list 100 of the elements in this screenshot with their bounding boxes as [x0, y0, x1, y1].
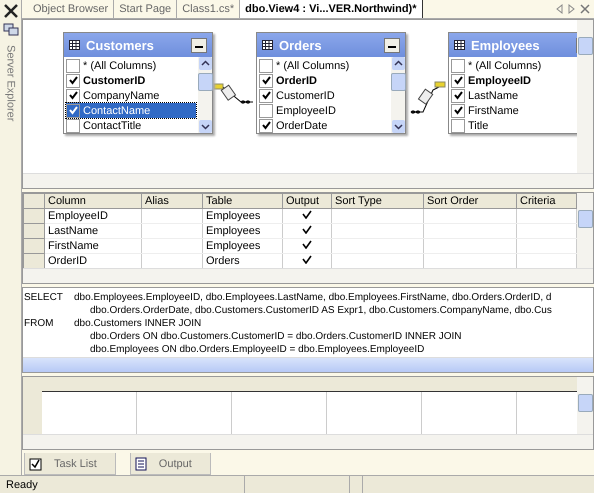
- column-checkbox[interactable]: [66, 118, 80, 132]
- minimize-button[interactable]: [384, 38, 400, 52]
- table-cell[interactable]: Employees: [202, 208, 282, 224]
- column-checkbox[interactable]: [451, 74, 465, 88]
- output-checkmark-icon[interactable]: [302, 240, 312, 249]
- column-row[interactable]: EmployeeID: [451, 73, 577, 88]
- column-checkbox[interactable]: [259, 104, 273, 118]
- checklist-icon: [29, 456, 42, 470]
- vertical-scrollbar[interactable]: [577, 377, 593, 434]
- column-row[interactable]: * (All Columns): [259, 58, 389, 73]
- minimize-icon: [195, 46, 203, 48]
- vertical-scrollbar[interactable]: [577, 20, 593, 173]
- table-title: Orders: [279, 38, 323, 52]
- horizontal-scrollbar[interactable]: [23, 434, 593, 449]
- scroll-down-icon[interactable]: [392, 120, 404, 133]
- sql-keyword: FROM: [24, 317, 54, 330]
- column-checkbox[interactable]: [66, 74, 80, 88]
- column-row[interactable]: * (All Columns): [66, 58, 196, 73]
- column-checkbox[interactable]: [259, 58, 273, 72]
- column-header[interactable]: Column: [44, 194, 142, 208]
- column-checkbox[interactable]: [66, 88, 80, 102]
- sql-text: dbo.Orders ON dbo.Customers.CustomerID = dbo.Orders.CustomerID INNER JOIN: [89, 330, 462, 343]
- document-icon: [134, 456, 147, 470]
- scroll-up-icon[interactable]: [392, 57, 404, 70]
- tool-window-tab[interactable]: Output: [130, 453, 211, 475]
- column-row[interactable]: OrderID: [259, 73, 389, 88]
- column-row[interactable]: * (All Columns): [451, 58, 577, 73]
- column-row[interactable]: CustomerID: [259, 88, 389, 103]
- table-cell[interactable]: Employees: [202, 224, 282, 238]
- scroll-down-icon[interactable]: [198, 120, 212, 133]
- scroll-up-icon[interactable]: [198, 57, 212, 70]
- relationship-line: [410, 82, 446, 114]
- table-icon: [454, 40, 465, 50]
- column-header[interactable]: Sort Type: [332, 194, 424, 208]
- table-title: Customers: [86, 38, 155, 52]
- vertical-scrollbar[interactable]: [577, 193, 593, 268]
- column-row[interactable]: Title: [451, 118, 577, 133]
- vertical-scrollbar[interactable]: [198, 57, 212, 133]
- horizontal-scrollbar[interactable]: [23, 173, 593, 188]
- minimize-button[interactable]: [191, 38, 207, 52]
- column-checkbox[interactable]: [66, 104, 80, 118]
- table-window[interactable]: Customers * (All Columns) CustomerID CompanyName ContactName ContactTitle: [63, 32, 213, 134]
- status-text: Ready: [0, 476, 245, 493]
- document-tab[interactable]: Start Page: [114, 0, 178, 18]
- output-checkmark-icon[interactable]: [302, 225, 312, 234]
- column-checkbox[interactable]: [451, 104, 465, 118]
- column-checkbox[interactable]: [451, 118, 465, 132]
- column-row[interactable]: ContactTitle: [66, 118, 196, 133]
- column-row[interactable]: CustomerID: [66, 73, 196, 88]
- column-header[interactable]: Table: [202, 194, 282, 208]
- row-header[interactable]: [24, 224, 44, 238]
- column-checkbox[interactable]: [259, 74, 273, 88]
- column-checkbox[interactable]: [66, 58, 80, 72]
- column-header[interactable]: Criteria: [516, 194, 576, 208]
- table-icon: [69, 40, 80, 50]
- output-checkmark-icon[interactable]: [302, 210, 312, 219]
- column-row[interactable]: FirstName: [451, 103, 577, 118]
- column-checkbox[interactable]: [259, 88, 273, 102]
- row-header[interactable]: [24, 254, 44, 268]
- column-checkbox[interactable]: [259, 118, 273, 132]
- column-header[interactable]: Alias: [142, 194, 202, 208]
- minimize-icon: [388, 46, 396, 48]
- row-header[interactable]: [24, 208, 44, 224]
- table-icon: [262, 40, 273, 50]
- vertical-scrollbar[interactable]: [391, 57, 405, 133]
- sql-text: dbo.Customers INNER JOIN: [74, 317, 202, 330]
- scroll-right-icon[interactable]: [568, 4, 575, 14]
- column-row[interactable]: ContactName: [66, 103, 196, 118]
- scroll-left-icon[interactable]: [556, 4, 563, 14]
- column-checkbox[interactable]: [451, 88, 465, 102]
- column-header[interactable]: Sort Order: [424, 194, 516, 208]
- scroll-thumb[interactable]: [198, 73, 212, 91]
- tool-window-tab[interactable]: Task List: [24, 453, 116, 475]
- table-cell[interactable]: Employees: [202, 238, 282, 254]
- sql-text: dbo.Employees.EmployeeID, dbo.Employees.LastName, dbo.Employees.FirstName, dbo.Orders.OrderID, d: [74, 291, 552, 304]
- table-cell[interactable]: LastName: [44, 224, 142, 238]
- column-header[interactable]: Output: [282, 194, 332, 208]
- document-tab[interactable]: dbo.View4 : Vi...VER.Northwind)*: [240, 0, 422, 18]
- server-explorer-tab[interactable]: Server Explorer: [4, 45, 16, 122]
- table-window[interactable]: Orders * (All Columns) OrderID CustomerID EmployeeID OrderDate: [256, 32, 406, 134]
- sql-text: dbo.Orders.OrderDate, dbo.Customers.CustomerID AS Expr1, dbo.Customers.CompanyName, dbo.Cus: [89, 304, 552, 317]
- output-checkmark-icon[interactable]: [302, 255, 312, 264]
- horizontal-scrollbar[interactable]: [23, 357, 593, 372]
- column-row[interactable]: EmployeeID: [259, 103, 389, 118]
- server-icon[interactable]: [2, 23, 18, 37]
- table-window[interactable]: Employees * (All Columns) EmployeeID LastName FirstName Title: [448, 32, 577, 134]
- table-title: Employees: [471, 38, 541, 52]
- row-header[interactable]: [24, 238, 44, 254]
- document-tab[interactable]: Object Browser: [28, 0, 114, 18]
- sql-text: dbo.Employees ON dbo.Orders.EmployeeID = dbo.Employees.EmployeeID: [89, 343, 424, 356]
- column-row[interactable]: OrderDate: [259, 118, 389, 133]
- horizontal-scrollbar[interactable]: [23, 268, 593, 283]
- table-cell[interactable]: FirstName: [44, 238, 142, 254]
- scroll-thumb[interactable]: [390, 73, 406, 91]
- column-row[interactable]: LastName: [451, 88, 577, 103]
- sql-keyword: SELECT: [24, 291, 64, 304]
- table-cell[interactable]: EmployeeID: [44, 208, 142, 224]
- column-row[interactable]: CompanyName: [66, 88, 196, 103]
- column-checkbox[interactable]: [451, 58, 465, 72]
- close-icon[interactable]: [580, 4, 590, 14]
